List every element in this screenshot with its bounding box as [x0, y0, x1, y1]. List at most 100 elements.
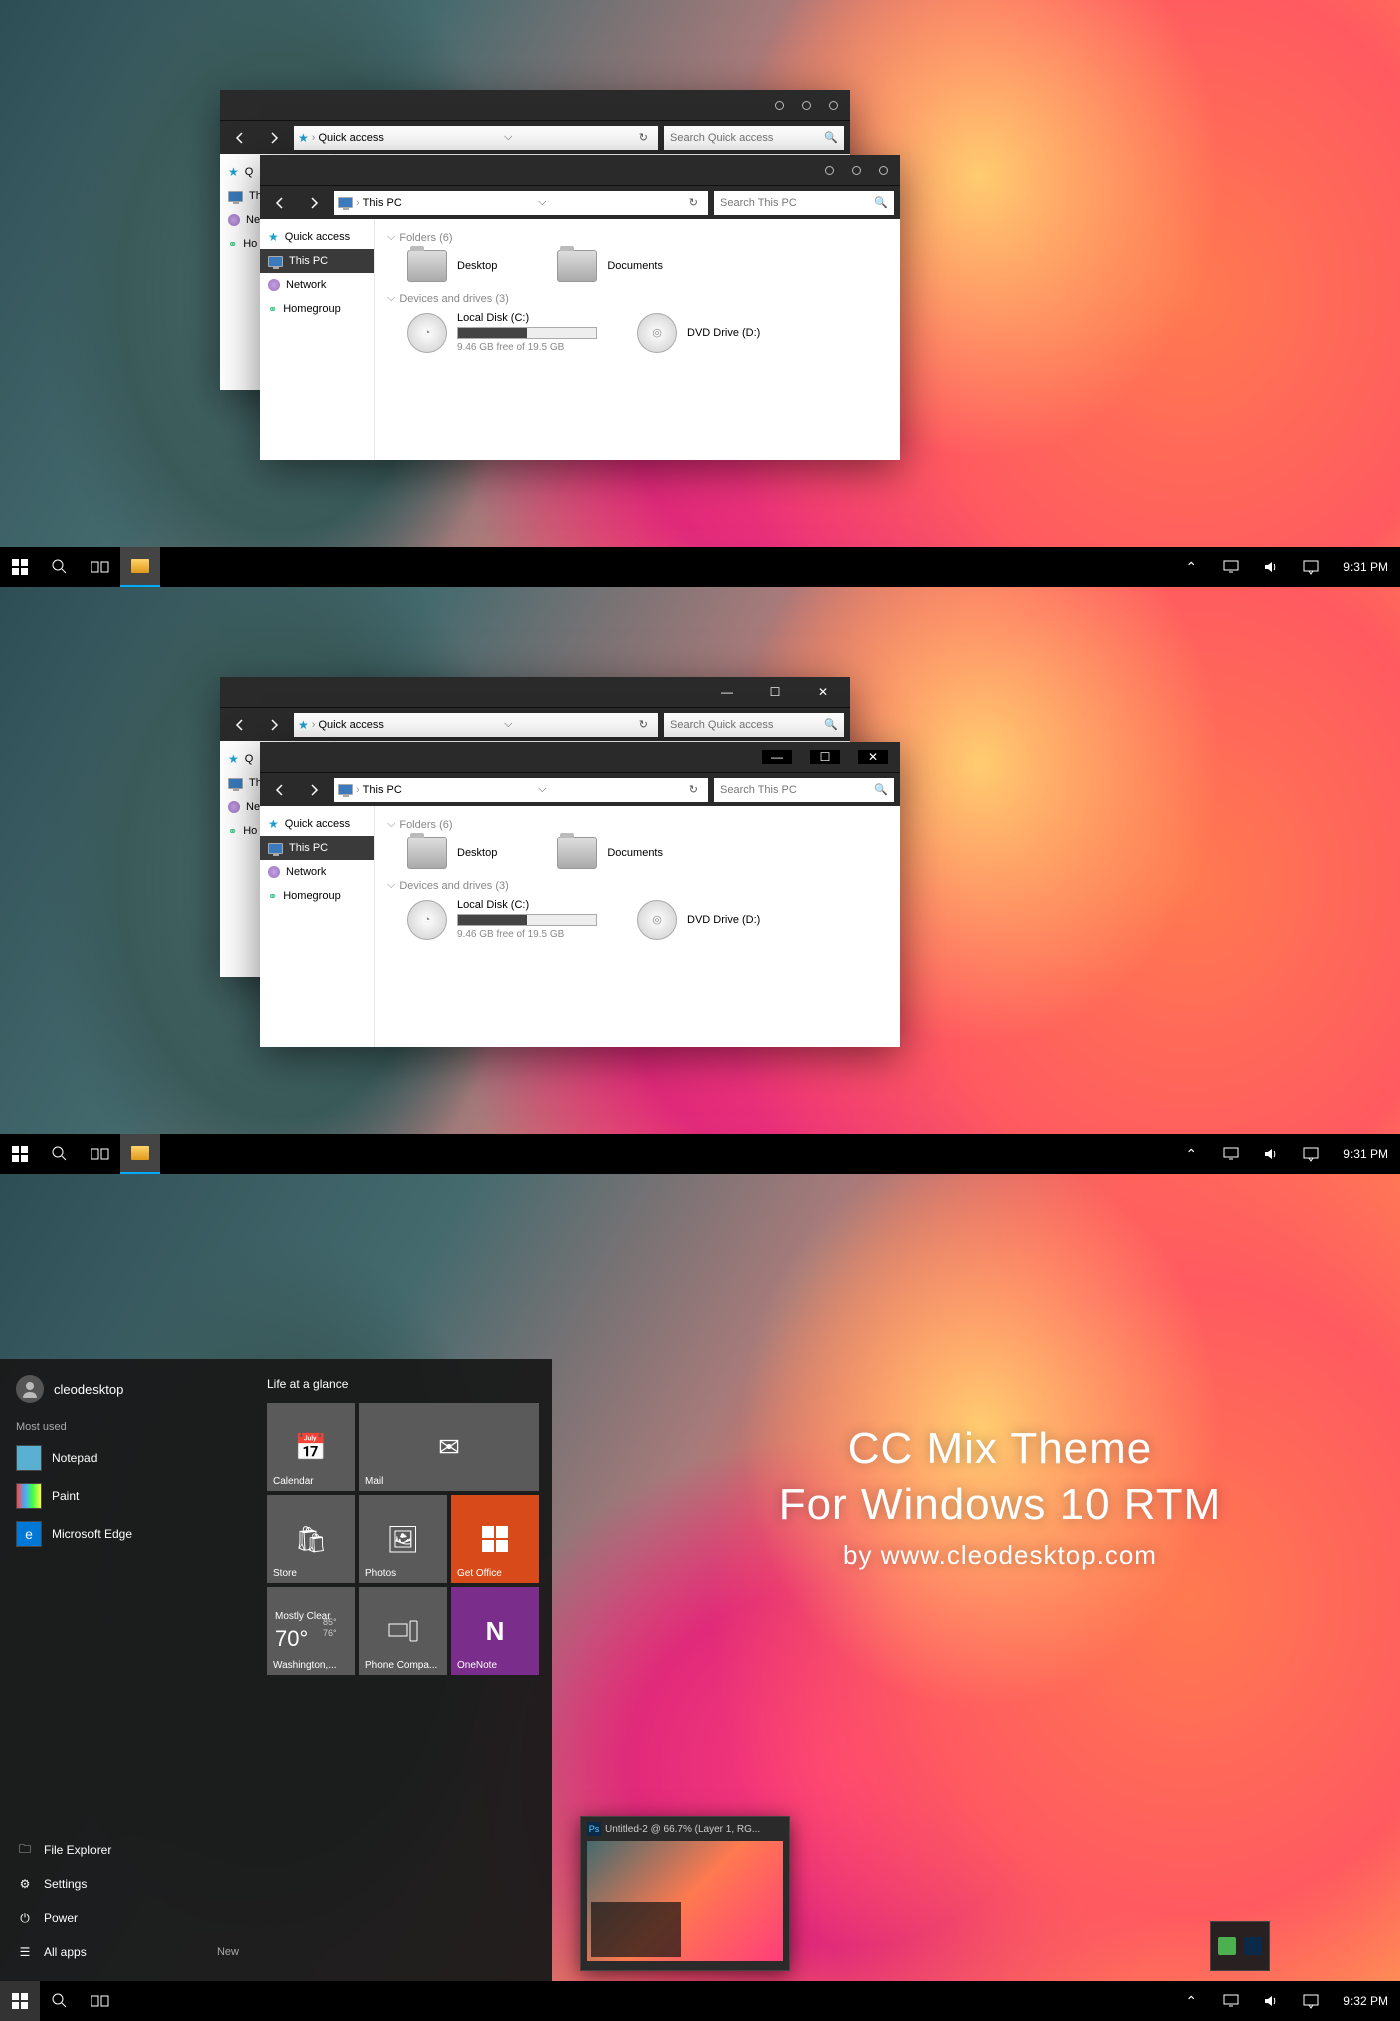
- titlebar[interactable]: — ☐ ✕: [260, 742, 900, 772]
- titlebar[interactable]: [220, 90, 850, 120]
- refresh-icon[interactable]: ↻: [683, 196, 704, 209]
- app-edge[interactable]: eMicrosoft Edge: [0, 1515, 255, 1553]
- user-account[interactable]: cleodesktop: [0, 1371, 255, 1415]
- folder-documents[interactable]: Documents: [557, 837, 663, 869]
- start-button[interactable]: [0, 1981, 40, 2021]
- taskbar[interactable]: ⌃ 9:31 PM: [0, 547, 1400, 587]
- tile-office[interactable]: Get Office: [451, 1495, 539, 1583]
- address-bar[interactable]: ★ › Quick access ⌵ ↻: [294, 713, 658, 737]
- forward-button[interactable]: [300, 776, 328, 804]
- tile-mail[interactable]: ✉Mail: [359, 1403, 539, 1491]
- address-bar[interactable]: ★ › Quick access ⌵ ↻: [294, 126, 658, 150]
- tray-flyout[interactable]: [1210, 1921, 1270, 1971]
- devices-header[interactable]: ⌵Devices and drives (3): [387, 879, 888, 892]
- tray-app-icon[interactable]: [1244, 1937, 1262, 1955]
- search-icon[interactable]: 🔍: [874, 196, 888, 209]
- tile-calendar[interactable]: 📅Calendar: [267, 1403, 355, 1491]
- explorer-taskbar-icon[interactable]: [120, 1134, 160, 1174]
- drive-dvd[interactable]: ◎ DVD Drive (D:): [637, 898, 760, 941]
- back-button[interactable]: [266, 189, 294, 217]
- search-button[interactable]: [40, 1981, 80, 2021]
- search-icon[interactable]: 🔍: [824, 131, 838, 144]
- refresh-icon[interactable]: ↻: [633, 131, 654, 144]
- taskview-button[interactable]: [80, 1981, 120, 2021]
- address-bar[interactable]: › This PC ⌵ ↻: [334, 778, 708, 802]
- sidebar-item-network[interactable]: Network: [260, 860, 374, 884]
- dropdown-icon[interactable]: ⌵: [532, 783, 552, 796]
- taskview-button[interactable]: [80, 547, 120, 587]
- sidebar-item-thispc[interactable]: This PC: [260, 249, 374, 273]
- drive-local[interactable]: ◔ Local Disk (C:) 9.46 GB free of 19.5 G…: [407, 311, 597, 354]
- back-button[interactable]: [226, 711, 254, 739]
- tile-store[interactable]: 🛍Store: [267, 1495, 355, 1583]
- settings-button[interactable]: ⚙Settings: [0, 1867, 255, 1901]
- maximize-button[interactable]: ☐: [760, 685, 790, 699]
- tile-photos[interactable]: 🖼Photos: [359, 1495, 447, 1583]
- start-menu[interactable]: cleodesktop Most used Notepad Paint eMic…: [0, 1359, 552, 1981]
- clock[interactable]: 9:32 PM: [1331, 1994, 1400, 2008]
- folder-desktop[interactable]: Desktop: [407, 837, 497, 869]
- maximize-button[interactable]: ☐: [810, 750, 840, 764]
- forward-button[interactable]: [260, 124, 288, 152]
- tray-chevron-icon[interactable]: ⌃: [1171, 547, 1211, 587]
- titlebar[interactable]: [260, 155, 900, 185]
- folders-header[interactable]: ⌵Folders (6): [387, 231, 888, 244]
- search-input[interactable]: Search Quick access 🔍: [664, 126, 844, 150]
- sidebar-item-quickaccess[interactable]: ★Quick access: [260, 812, 374, 836]
- search-icon[interactable]: 🔍: [874, 783, 888, 796]
- tile-onenote[interactable]: NOneNote: [451, 1587, 539, 1675]
- app-notepad[interactable]: Notepad: [0, 1439, 255, 1477]
- minimize-icon[interactable]: [775, 101, 784, 110]
- minimize-icon[interactable]: [825, 166, 834, 175]
- network-tray-icon[interactable]: [1211, 1134, 1251, 1174]
- search-input[interactable]: Search This PC 🔍: [714, 778, 894, 802]
- folder-documents[interactable]: Documents: [557, 250, 663, 282]
- start-button[interactable]: [0, 1134, 40, 1174]
- refresh-icon[interactable]: ↻: [683, 783, 704, 796]
- forward-button[interactable]: [300, 189, 328, 217]
- drive-local[interactable]: ◔ Local Disk (C:) 9.46 GB free of 19.5 G…: [407, 898, 597, 941]
- sidebar-item-thispc[interactable]: This PC: [260, 836, 374, 860]
- taskview-button[interactable]: [80, 1134, 120, 1174]
- search-input[interactable]: Search This PC 🔍: [714, 191, 894, 215]
- network-tray-icon[interactable]: [1211, 547, 1251, 587]
- file-explorer-button[interactable]: 🗀File Explorer: [0, 1833, 255, 1867]
- minimize-button[interactable]: —: [712, 685, 742, 699]
- close-icon[interactable]: [829, 101, 838, 110]
- dropdown-icon[interactable]: ⌵: [532, 196, 552, 209]
- network-tray-icon[interactable]: [1211, 1981, 1251, 2021]
- sidebar-item-homegroup[interactable]: ⚭Homegroup: [260, 884, 374, 908]
- action-center-icon[interactable]: [1291, 1981, 1331, 2021]
- taskbar[interactable]: ⌃ 9:31 PM: [0, 1134, 1400, 1174]
- search-icon[interactable]: 🔍: [824, 718, 838, 731]
- explorer-thispc-front[interactable]: — ☐ ✕ › This PC ⌵ ↻ Search This PC 🔍 ★Qu…: [260, 742, 900, 1047]
- clock[interactable]: 9:31 PM: [1331, 560, 1400, 574]
- search-input[interactable]: Search Quick access 🔍: [664, 713, 844, 737]
- action-center-icon[interactable]: [1291, 547, 1331, 587]
- sidebar-item-network[interactable]: Network: [260, 273, 374, 297]
- dropdown-icon[interactable]: ⌵: [498, 718, 518, 731]
- folder-desktop[interactable]: Desktop: [407, 250, 497, 282]
- dropdown-icon[interactable]: ⌵: [498, 131, 518, 144]
- sidebar-item-quickaccess[interactable]: ★Quick access: [260, 225, 374, 249]
- close-icon[interactable]: [879, 166, 888, 175]
- address-bar[interactable]: › This PC ⌵ ↻: [334, 191, 708, 215]
- refresh-icon[interactable]: ↻: [633, 718, 654, 731]
- taskbar[interactable]: ⌃ 9:32 PM: [0, 1981, 1400, 2021]
- explorer-thispc-front[interactable]: › This PC ⌵ ↻ Search This PC 🔍 ★Quick ac…: [260, 155, 900, 460]
- app-paint[interactable]: Paint: [0, 1477, 255, 1515]
- close-button[interactable]: ✕: [858, 750, 888, 764]
- titlebar[interactable]: — ☐ ✕: [220, 677, 850, 707]
- back-button[interactable]: [266, 776, 294, 804]
- action-center-icon[interactable]: [1291, 1134, 1331, 1174]
- minimize-button[interactable]: —: [762, 750, 792, 764]
- tray-app-icon[interactable]: [1218, 1937, 1236, 1955]
- maximize-icon[interactable]: [852, 166, 861, 175]
- explorer-taskbar-icon[interactable]: [120, 547, 160, 587]
- all-apps-button[interactable]: ☰All apps New: [0, 1935, 255, 1969]
- drive-dvd[interactable]: ◎ DVD Drive (D:): [637, 311, 760, 354]
- folders-header[interactable]: ⌵Folders (6): [387, 818, 888, 831]
- tile-phone[interactable]: Phone Compa...: [359, 1587, 447, 1675]
- volume-tray-icon[interactable]: [1251, 1981, 1291, 2021]
- forward-button[interactable]: [260, 711, 288, 739]
